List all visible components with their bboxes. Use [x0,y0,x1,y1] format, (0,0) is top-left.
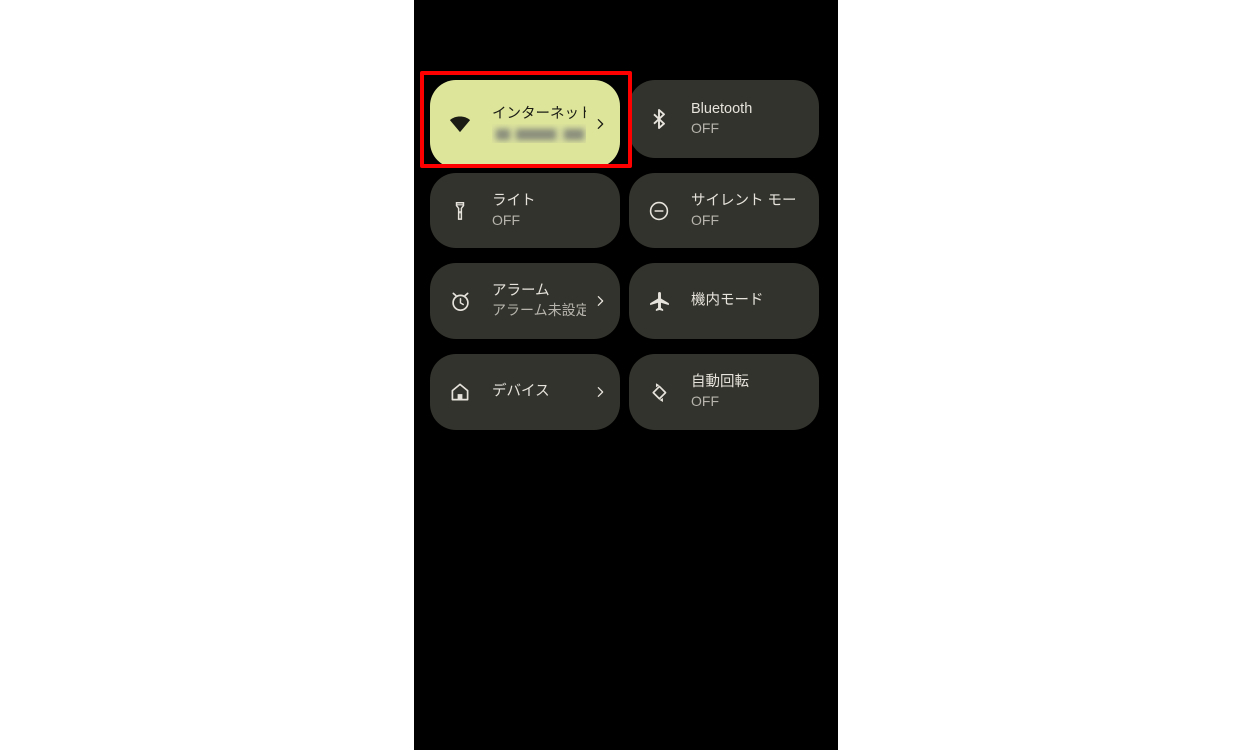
tile-title: 機内モード [691,292,764,309]
tile-title: アラーム [492,283,550,299]
tile-subtitle: OFF [691,211,719,228]
tile-title: インターネット [492,106,586,122]
tile-label-group: アラームアラーム未設定 [492,282,586,320]
tile-alarm[interactable]: アラームアラーム未設定 [430,263,620,339]
auto-rotate-icon [645,378,673,406]
tile-subtitle: OFF [691,120,719,136]
tile-title: 自動回転 [691,374,749,390]
tile-bluetooth[interactable]: Bluetooth OFF [629,80,819,158]
tile-label-group: Bluetooth OFF [691,100,801,138]
tile-auto-rotate[interactable]: 自動回転 OFF [629,354,819,430]
tile-airplane-mode[interactable]: 機内モード [629,263,819,339]
quick-settings-panel: インターネット Bluetooth OFF ライト OFF サイレント モー OFF アラーム… [414,0,838,750]
tile-title: デバイス [492,383,550,400]
tile-subtitle-redacted [492,124,586,143]
do-not-disturb-icon [645,197,673,225]
tile-subtitle: OFF [492,211,520,228]
flashlight-icon [446,197,474,225]
tile-title: ライト [492,192,536,209]
chevron-right-icon[interactable] [592,293,608,309]
tile-label-group: 自動回転 OFF [691,373,801,411]
screenshot-canvas: インターネット Bluetooth OFF ライト OFF サイレント モー OFF アラーム… [0,0,1250,750]
bluetooth-icon [645,105,673,133]
tile-subtitle: アラーム未設定 [492,302,586,318]
tile-subtitle: OFF [691,393,719,409]
chevron-right-icon[interactable] [592,384,608,400]
wifi-icon [446,110,474,138]
airplane-icon [645,287,673,315]
alarm-clock-icon [446,287,474,315]
tile-title: Bluetooth [691,101,753,117]
tile-silent-mode[interactable]: サイレント モー OFF [629,173,819,248]
tile-title: サイレント モー [691,192,797,209]
tile-flashlight[interactable]: ライト OFF [430,173,620,248]
home-icon [446,378,474,406]
tile-label-group: インターネット [492,105,586,143]
tile-label-group: 機内モード [691,292,801,311]
chevron-right-icon[interactable] [592,116,608,132]
tile-label-group: サイレント モー OFF [691,192,801,230]
tile-label-group: デバイス [492,383,586,402]
tile-label-group: ライト OFF [492,192,602,230]
tile-internet[interactable]: インターネット [430,80,620,168]
redacted-ssid [492,125,586,143]
tile-device-controls[interactable]: デバイス [430,354,620,430]
